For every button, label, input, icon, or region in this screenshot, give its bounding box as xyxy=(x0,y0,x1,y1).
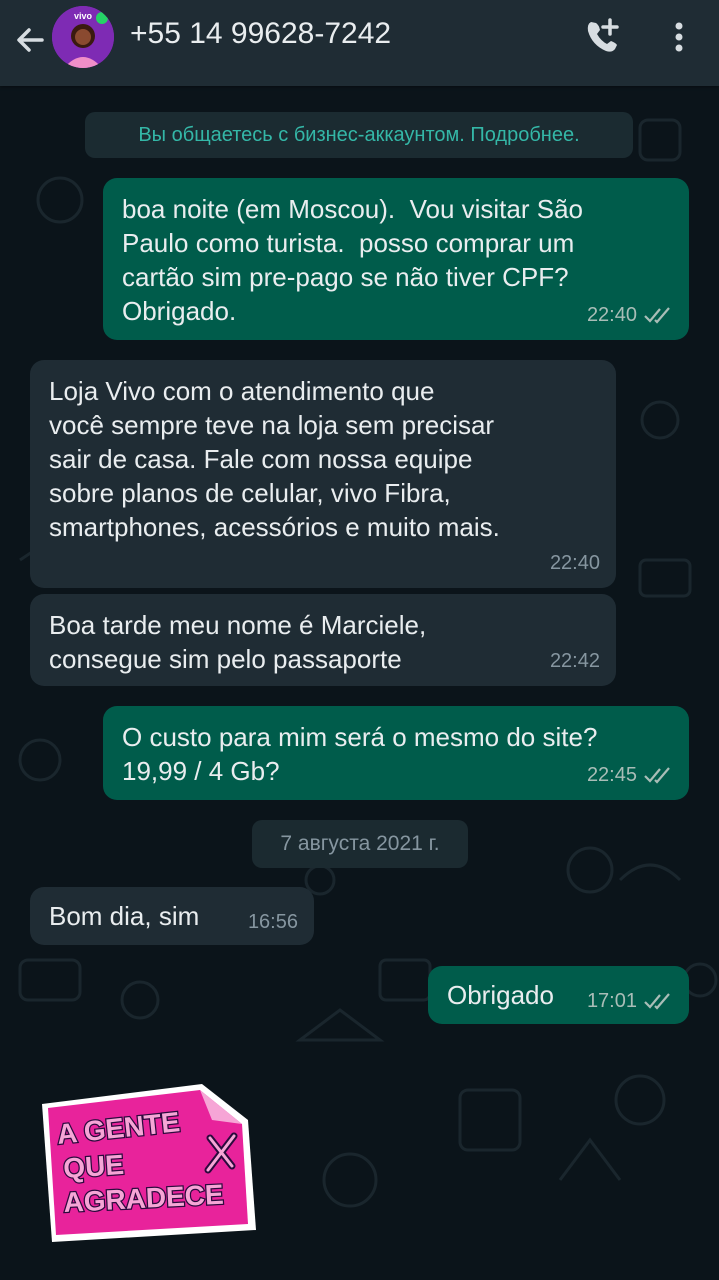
message-meta: 22:40 xyxy=(587,298,673,332)
message-time: 17:01 xyxy=(586,990,637,1012)
message-time: 22:40 xyxy=(549,552,600,574)
message-bubble-incoming[interactable]: Boa tarde meu nome é Marciele, consegue … xyxy=(30,594,616,686)
message-text: Bom dia, sim xyxy=(49,901,200,931)
business-account-notice[interactable]: Вы общаетесь с бизнес-аккаунтом. Подробн… xyxy=(85,112,633,158)
message-meta: 22:40 xyxy=(550,546,600,580)
double-check-icon xyxy=(644,307,670,324)
message-text: O custo para mim será o mesmo do site? 1… xyxy=(122,722,598,786)
date-divider: 7 августа 2021 г. xyxy=(252,820,468,868)
message-bubble-outgoing[interactable]: boa noite (em Moscou). Vou visitar São P… xyxy=(103,178,689,340)
arrow-left-icon[interactable] xyxy=(12,22,48,58)
message-text: Loja Vivo com o atendimento que você sem… xyxy=(49,376,500,542)
more-vert-icon[interactable] xyxy=(664,18,694,54)
message-meta: 22:42 xyxy=(550,644,600,678)
message-text: Boa tarde meu nome é Marciele, consegue … xyxy=(49,610,427,674)
message-bubble-incoming[interactable]: Loja Vivo com o atendimento que você sem… xyxy=(30,360,616,588)
add-call-icon[interactable] xyxy=(582,16,622,56)
sticker-message[interactable]: A GENTE QUE AGRADECE xyxy=(34,1080,264,1245)
message-text: Obrigado xyxy=(447,980,554,1010)
avatar-brand-text: vivo xyxy=(74,11,93,21)
message-bubble-incoming[interactable]: Bom dia, sim 16:56 xyxy=(30,887,314,945)
contact-avatar[interactable]: vivo xyxy=(52,6,114,68)
message-meta: 16:56 xyxy=(248,905,298,939)
contact-title[interactable]: +55 14 99628-7242 xyxy=(130,17,391,51)
message-bubble-outgoing[interactable]: O custo para mim será o mesmo do site? 1… xyxy=(103,706,689,800)
message-text: boa noite (em Moscou). Vou visitar São P… xyxy=(122,194,584,326)
message-time: 22:40 xyxy=(586,304,637,326)
message-time: 22:42 xyxy=(549,650,600,672)
message-meta: 17:01 xyxy=(587,984,673,1018)
message-meta: 22:45 xyxy=(587,758,673,792)
chat-header: vivo +55 14 99628-7242 xyxy=(0,0,719,86)
message-bubble-outgoing[interactable]: Obrigado 17:01 xyxy=(428,966,689,1024)
sticker-text-line: QUE xyxy=(62,1149,125,1184)
double-check-icon xyxy=(644,767,670,784)
double-check-icon xyxy=(644,993,670,1010)
message-time: 22:45 xyxy=(586,764,637,786)
message-time: 16:56 xyxy=(247,911,298,933)
